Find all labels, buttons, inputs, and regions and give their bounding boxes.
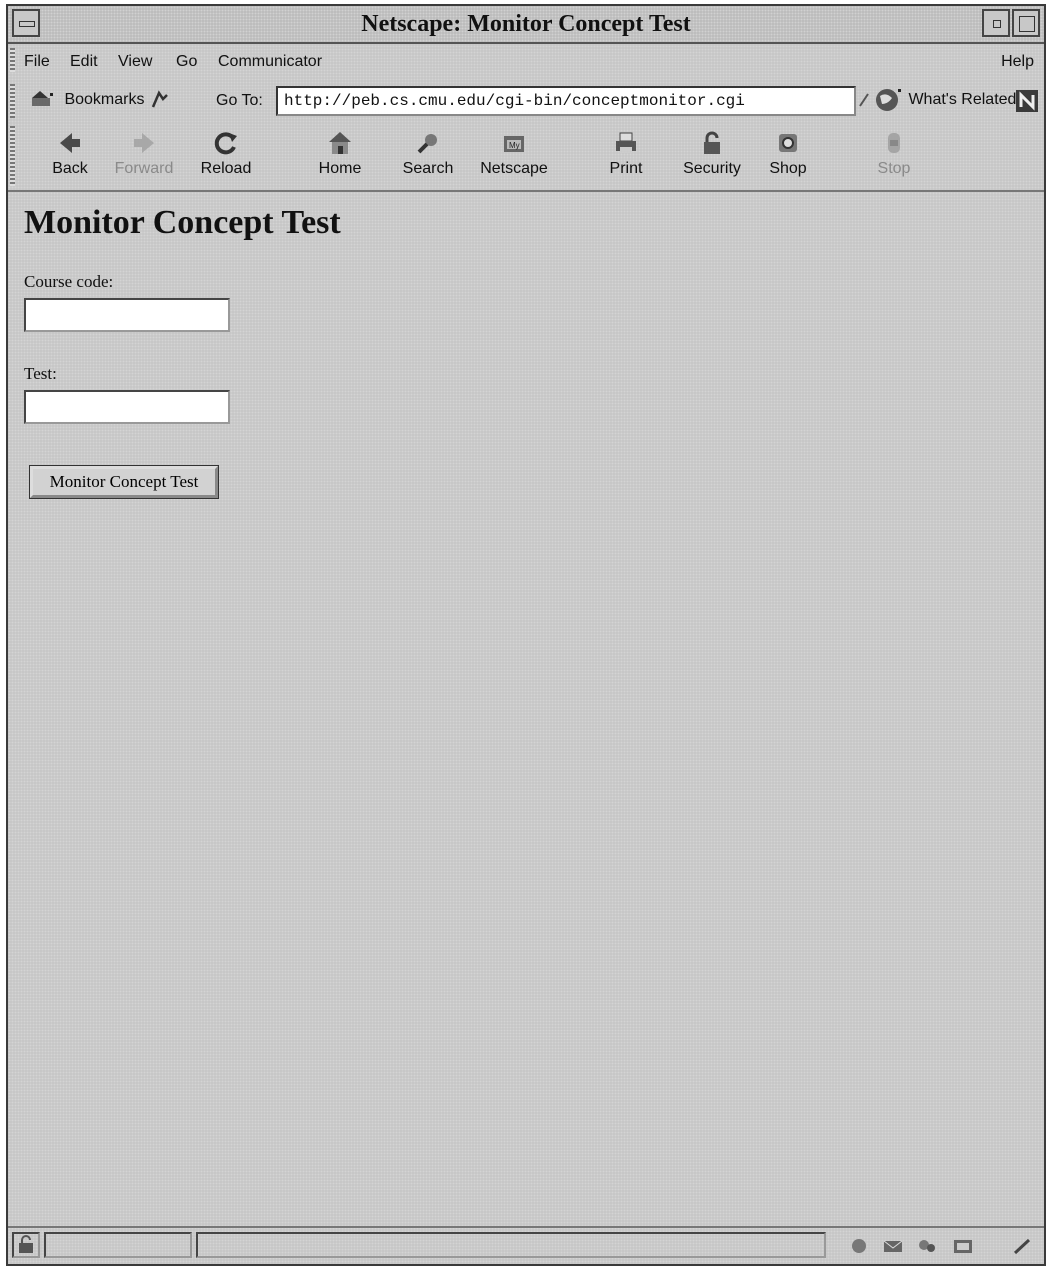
bookmarks-button[interactable]: Bookmarks bbox=[30, 89, 171, 111]
location-bar: Bookmarks Go To: http://peb.cs.cmu.edu/c… bbox=[8, 80, 1044, 124]
menu-help[interactable]: Help bbox=[1001, 53, 1034, 71]
test-field[interactable] bbox=[24, 390, 230, 424]
bookmarks-label: Bookmarks bbox=[64, 91, 145, 109]
dropdown-arrow-icon bbox=[859, 93, 869, 107]
forward-label: Forward bbox=[114, 160, 174, 177]
reload-button[interactable]: Reload bbox=[186, 124, 266, 178]
home-label: Home bbox=[318, 160, 362, 177]
connection-status[interactable] bbox=[12, 1232, 40, 1258]
shop-button[interactable]: Shop bbox=[748, 124, 828, 178]
status-message bbox=[196, 1232, 826, 1258]
composer-component-icon[interactable] bbox=[952, 1237, 974, 1255]
reload-icon bbox=[214, 132, 237, 155]
back-button[interactable]: Back bbox=[30, 124, 110, 178]
whats-related-label: What's Related bbox=[908, 91, 1017, 109]
menu-bar: File Edit View Go Communicator Help bbox=[8, 46, 1044, 76]
monitor-concept-test-button[interactable]: Monitor Concept Test bbox=[30, 466, 218, 498]
course-code-label: Course code: bbox=[24, 272, 114, 291]
url-dropdown[interactable] bbox=[858, 90, 870, 110]
menu-communicator[interactable]: Communicator bbox=[218, 53, 322, 71]
reload-label: Reload bbox=[200, 160, 252, 177]
toolbar-grip[interactable] bbox=[10, 126, 15, 186]
status-bar bbox=[8, 1226, 1044, 1264]
svg-text:My: My bbox=[509, 141, 520, 150]
navigation-toolbar: Back Forward Reload Home Search My Netsc… bbox=[8, 124, 1044, 192]
goto-label: Go To: bbox=[216, 92, 263, 109]
back-label: Back bbox=[52, 160, 88, 177]
course-code-field[interactable] bbox=[24, 298, 230, 332]
stop-icon bbox=[888, 133, 900, 153]
forward-button[interactable]: Forward bbox=[104, 124, 184, 178]
search-label: Search bbox=[402, 160, 454, 177]
netscape-label: Netscape bbox=[480, 160, 548, 177]
url-field[interactable]: http://peb.cs.cmu.edu/cgi-bin/conceptmon… bbox=[276, 86, 856, 116]
back-arrow-icon bbox=[60, 133, 80, 153]
security-status-icon bbox=[19, 1235, 33, 1253]
whats-related-button[interactable]: What's Related bbox=[874, 86, 1016, 114]
discussion-component-icon[interactable] bbox=[916, 1237, 938, 1255]
edit-pencil-icon[interactable] bbox=[1012, 1237, 1034, 1255]
menu-file[interactable]: File bbox=[24, 53, 50, 71]
page-content: Monitor Concept Test Course code: Test: … bbox=[8, 196, 1044, 1224]
location-grip[interactable] bbox=[10, 84, 15, 118]
print-button[interactable]: Print bbox=[586, 124, 666, 178]
security-lock-icon bbox=[704, 131, 720, 154]
minimize-button[interactable] bbox=[982, 9, 1010, 37]
search-button[interactable]: Search bbox=[388, 124, 468, 178]
globe-icon bbox=[876, 89, 901, 111]
window-title: Netscape: Monitor Concept Test bbox=[361, 11, 691, 37]
page-title: Monitor Concept Test bbox=[24, 204, 341, 241]
menu-view[interactable]: View bbox=[118, 53, 152, 71]
browser-window: Netscape: Monitor Concept Test File Edit… bbox=[6, 4, 1046, 1266]
shop-icon bbox=[779, 134, 797, 152]
bookmark-icon bbox=[32, 91, 53, 106]
search-icon bbox=[417, 134, 437, 154]
progress-bar bbox=[44, 1232, 192, 1258]
test-label: Test: bbox=[24, 364, 57, 383]
maximize-button[interactable] bbox=[1012, 9, 1040, 37]
netscape-logo[interactable] bbox=[1016, 90, 1038, 112]
menu-go[interactable]: Go bbox=[176, 53, 197, 71]
security-label: Security bbox=[683, 160, 741, 177]
home-button[interactable]: Home bbox=[300, 124, 380, 178]
bookmark-quickfile-icon bbox=[151, 90, 168, 108]
netscape-icon: My bbox=[504, 136, 524, 152]
home-icon bbox=[329, 132, 351, 154]
forward-arrow-icon bbox=[134, 133, 154, 153]
navigator-component-icon[interactable] bbox=[848, 1237, 870, 1255]
menu-edit[interactable]: Edit bbox=[70, 53, 98, 71]
title-bar: Netscape: Monitor Concept Test bbox=[8, 6, 1044, 44]
menu-grip[interactable] bbox=[10, 48, 15, 72]
stop-label: Stop bbox=[877, 160, 911, 177]
stop-button[interactable]: Stop bbox=[854, 124, 934, 178]
netscape-n-icon bbox=[1019, 91, 1035, 111]
netscape-button[interactable]: My Netscape bbox=[474, 124, 554, 178]
print-icon bbox=[616, 132, 636, 153]
print-label: Print bbox=[609, 160, 643, 177]
shop-label: Shop bbox=[769, 160, 807, 177]
mail-component-icon[interactable] bbox=[882, 1237, 904, 1255]
security-button[interactable]: Security bbox=[672, 124, 752, 178]
